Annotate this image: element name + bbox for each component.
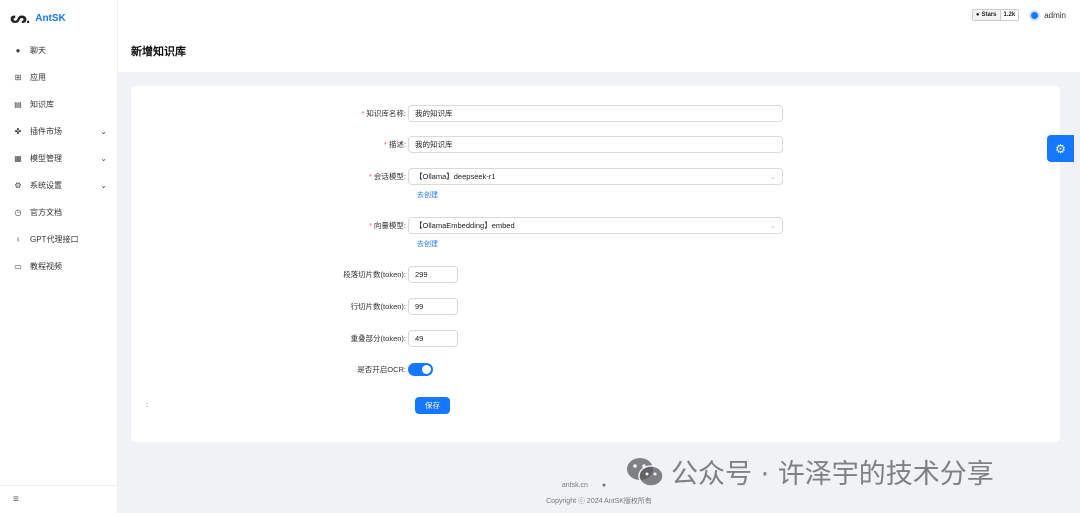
sidebar-item-label: 系统设置: [30, 181, 62, 190]
form-row-name: * 知识库名称: 我的知识库: [131, 105, 783, 122]
form-row-chat-model: * 会话模型: 【Ollama】deepseek-r1 ⌄: [131, 168, 783, 185]
sidebar-item-chat[interactable]: ● 聊天: [0, 37, 117, 64]
form-row-paragraph-tokens: 段落切片数(token): 299: [131, 266, 458, 283]
empty-label: :: [146, 402, 148, 409]
avatar: [1029, 9, 1041, 21]
top-bar: ● Stars 1.2k admin: [118, 0, 1080, 30]
form-row-line-tokens: 行切片数(token): 99: [131, 298, 458, 315]
embed-model-value: 【OllamaEmbedding】embed: [415, 221, 515, 230]
embed-model-label: 向量模型:: [373, 221, 406, 230]
create-chat-model-link[interactable]: 去创建: [417, 190, 438, 200]
chat-model-select[interactable]: 【Ollama】deepseek-r1 ⌄: [408, 168, 783, 185]
sidebar-item-videos[interactable]: ▭ 教程视频: [0, 253, 117, 280]
collapse-menu-button[interactable]: ≡: [0, 485, 117, 513]
paragraph-tokens-input[interactable]: 299: [408, 266, 458, 283]
ocr-toggle[interactable]: [408, 363, 433, 376]
sidebar-item-label: 应用: [30, 73, 46, 82]
settings-icon: ⚙: [14, 181, 22, 190]
paragraph-tokens-label: 段落切片数(token):: [343, 270, 406, 279]
settings-drawer-button[interactable]: ⚙: [1047, 135, 1074, 162]
required-mark: *: [383, 140, 387, 149]
knowledge-name-input[interactable]: 我的知识库: [408, 105, 783, 122]
wechat-icon: [627, 457, 664, 487]
page-title: 新增知识库: [131, 46, 186, 58]
sidebar-item-apps[interactable]: ⊞ 应用: [0, 64, 117, 91]
sidebar-item-label: 模型管理: [30, 154, 62, 163]
sidebar-item-label: 知识库: [30, 100, 54, 109]
chevron-down-icon: ⌄: [770, 173, 776, 181]
chevron-down-icon: ⌄: [100, 154, 107, 163]
chat-icon: ●: [15, 46, 21, 55]
desc-label: 描述:: [388, 140, 406, 149]
overlap-tokens-input[interactable]: 49: [408, 330, 458, 347]
sidebar-item-label: 插件市场: [30, 127, 62, 136]
chat-model-label: 会话模型:: [373, 172, 406, 181]
sidebar-item-label: 官方文档: [30, 208, 62, 217]
required-mark: *: [368, 221, 372, 230]
sidebar-item-gpt-proxy[interactable]: ♀ GPT代理接口: [0, 226, 117, 253]
ocr-label: 是否开启OCR:: [357, 365, 406, 374]
line-tokens-input[interactable]: 99: [408, 298, 458, 315]
github-stars-badge[interactable]: ● Stars 1.2k: [971, 9, 1020, 21]
save-button[interactable]: 保存: [415, 397, 450, 414]
sidebar-item-docs[interactable]: ◷ 官方文档: [0, 199, 117, 226]
docs-icon: ◷: [14, 208, 22, 217]
chat-model-value: 【Ollama】deepseek-r1: [415, 172, 496, 181]
user-menu[interactable]: admin: [1029, 9, 1066, 21]
logo-icon: ᔕ.: [10, 10, 30, 27]
logo[interactable]: ᔕ. AntSK: [0, 0, 117, 36]
video-icon: ▭: [14, 262, 22, 271]
sidebar-item-models[interactable]: ▦ 模型管理 ⌄: [0, 145, 117, 172]
chevron-down-icon: ⌄: [770, 222, 776, 230]
book-icon: ▤: [14, 100, 22, 109]
sidebar-item-label: 聊天: [30, 46, 46, 55]
model-icon: ▦: [14, 154, 22, 163]
form-row-embed-model: * 向量模型: 【OllamaEmbedding】embed ⌄: [131, 217, 783, 234]
copyright: Copyright ⓒ 2024 AntSK版权所有: [546, 498, 652, 505]
form-card: * 知识库名称: 我的知识库 * 描述: 我的知识库 * 会话模型: 【Ollama】…: [131, 86, 1060, 442]
sidebar-item-label: 教程视频: [30, 262, 62, 271]
sidebar-menu: ● 聊天 ⊞ 应用 ▤ 知识库 ✤ 插件市场 ⌄ ▦ 模型管理 ⌄ ⚙ 系统设置…: [0, 37, 117, 280]
form-row-overlap-tokens: 重叠部分(token): 49: [131, 330, 458, 347]
github-stars-label: Stars: [981, 12, 997, 18]
plugin-icon: ✤: [14, 127, 22, 136]
sidebar-item-knowledge[interactable]: ▤ 知识库: [0, 91, 117, 118]
chevron-down-icon: ⌄: [100, 181, 107, 190]
overlap-tokens-label: 重叠部分(token):: [350, 334, 406, 343]
sidebar-item-label: GPT代理接口: [30, 235, 79, 244]
line-tokens-label: 行切片数(token):: [350, 302, 406, 311]
sidebar-item-settings[interactable]: ⚙ 系统设置 ⌄: [0, 172, 117, 199]
github-stars-count: 1.2k: [999, 10, 1019, 20]
required-mark: *: [368, 172, 372, 181]
description-input[interactable]: 我的知识库: [408, 136, 783, 153]
sidebar: ᔕ. AntSK ● 聊天 ⊞ 应用 ▤ 知识库 ✤ 插件市场 ⌄ ▦ 模型管理…: [0, 0, 118, 513]
proxy-icon: ♀: [15, 235, 21, 244]
form-row-desc: * 描述: 我的知识库: [131, 136, 783, 153]
name-label: 知识库名称:: [366, 109, 406, 118]
apps-icon: ⊞: [14, 73, 22, 82]
user-name: admin: [1044, 10, 1066, 20]
embedding-model-select[interactable]: 【OllamaEmbedding】embed ⌄: [408, 217, 783, 234]
create-embed-model-link[interactable]: 去创建: [417, 239, 438, 249]
gear-icon: ⚙: [1055, 141, 1066, 156]
watermark-text: 公众号 · 许泽宇的技术分享: [671, 459, 994, 490]
sidebar-item-plugins[interactable]: ✤ 插件市场 ⌄: [0, 118, 117, 145]
watermark: 公众号 · 许泽宇的技术分享: [625, 452, 994, 491]
menu-collapse-icon: ≡: [13, 494, 19, 505]
required-mark: *: [361, 109, 365, 118]
github-icon[interactable]: ●: [602, 482, 606, 489]
github-icon: ●: [975, 12, 980, 18]
chevron-down-icon: ⌄: [100, 127, 107, 136]
form-row-ocr: 是否开启OCR:: [131, 363, 433, 376]
page-header: 新增知识库: [118, 30, 1080, 72]
app-name: AntSK: [35, 12, 66, 24]
footer-site-link[interactable]: antsk.cn: [562, 482, 588, 489]
